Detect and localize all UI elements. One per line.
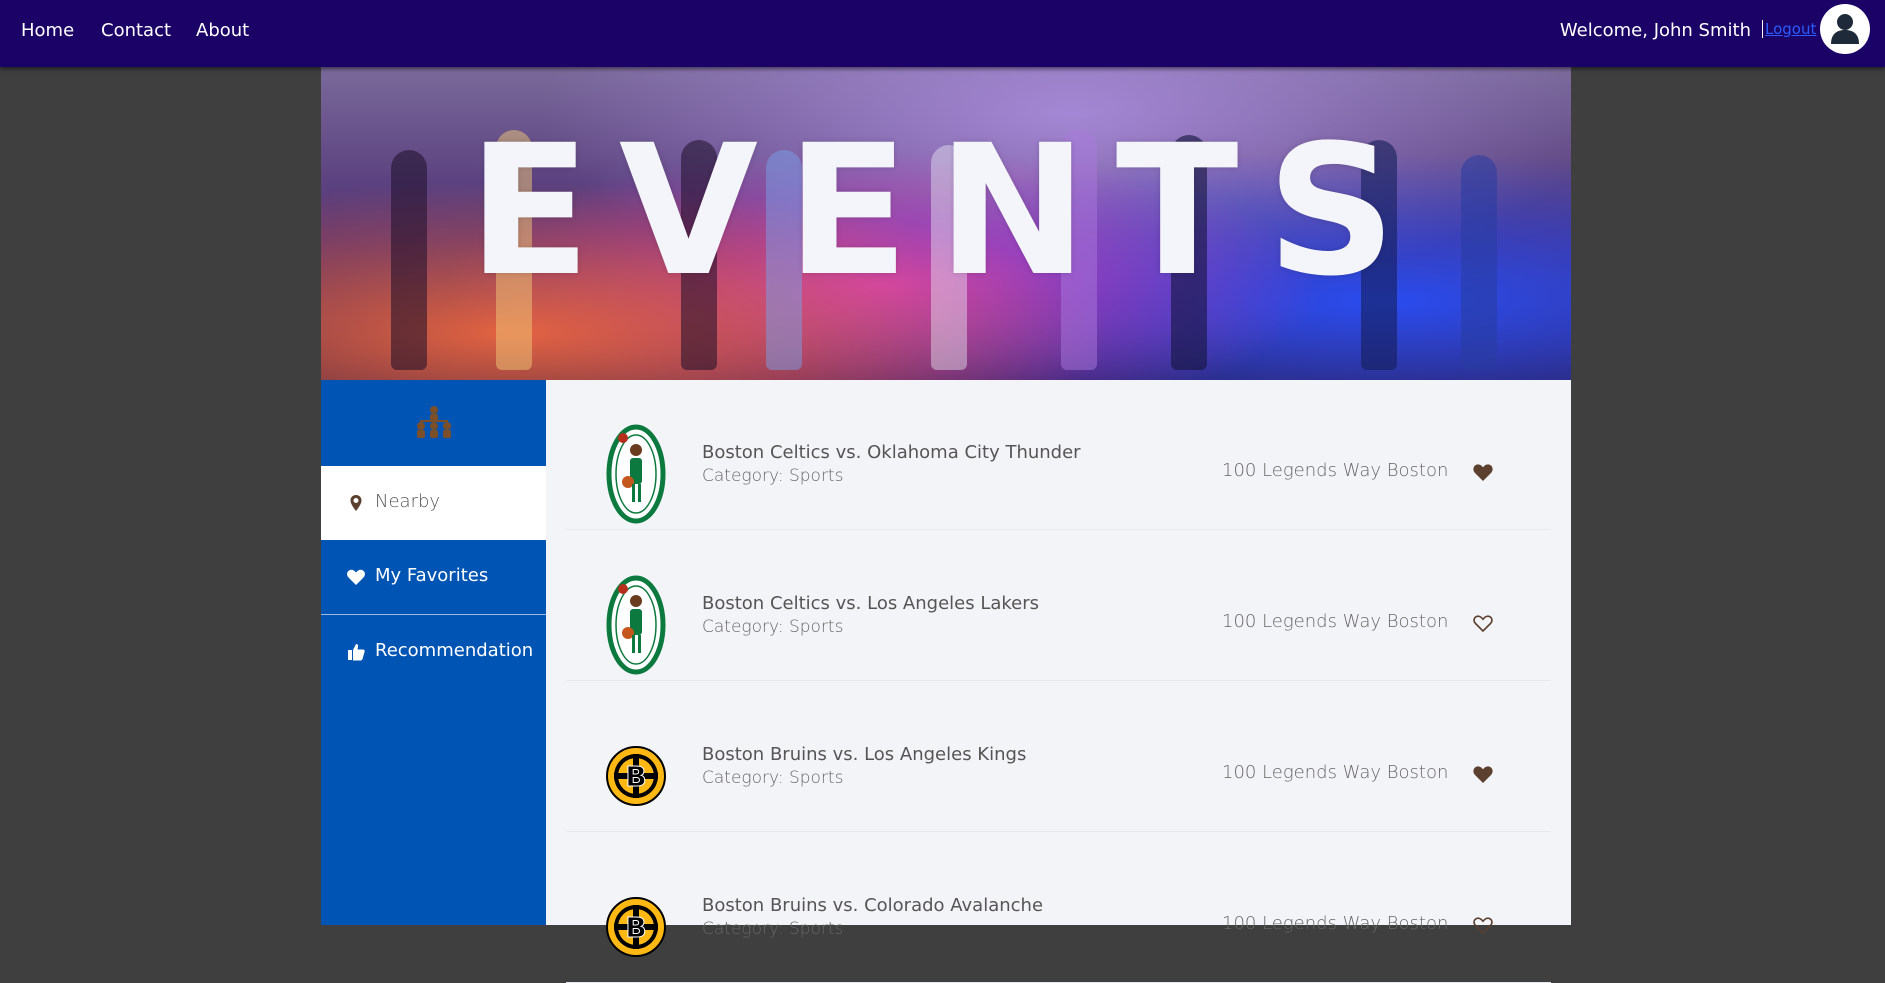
logout-link[interactable]: Logout [1762, 20, 1816, 38]
event-category: Category: Sports [702, 768, 844, 788]
user-icon [1831, 14, 1859, 44]
sidebar-item-my-favorites[interactable]: My Favorites [321, 540, 546, 614]
event-category: Category: Sports [702, 617, 844, 637]
nav-home-link[interactable]: Home [21, 20, 74, 41]
favorite-heart-outline-icon[interactable] [1472, 915, 1494, 935]
sidebar-item-recommendation[interactable]: Recommendation [321, 615, 546, 689]
sidebar-item-label: Recommendation [375, 640, 534, 661]
list-item[interactable]: Boston Celtics vs. Los Angeles Lakers Ca… [546, 531, 1571, 681]
event-address: 100 Legends Way Boston [1222, 460, 1449, 481]
organization-icon [417, 406, 451, 438]
avatar[interactable] [1820, 4, 1870, 54]
event-list: Boston Celtics vs. Oklahoma City Thunder… [546, 380, 1571, 983]
list-item[interactable]: Boston Celtics vs. Oklahoma City Thunder… [546, 380, 1571, 530]
svg-text:B: B [625, 911, 646, 944]
nav-about-link[interactable]: About [196, 20, 249, 41]
welcome-text: Welcome, John Smith [1559, 20, 1751, 41]
sidebar-item-label: Nearby [375, 491, 441, 512]
bruins-logo: B [606, 897, 666, 957]
event-address: 100 Legends Way Boston [1222, 913, 1449, 934]
event-title[interactable]: Boston Celtics vs. Los Angeles Lakers [702, 593, 1039, 614]
bruins-logo: B [606, 746, 666, 806]
heart-icon [347, 569, 365, 585]
nav-contact-link[interactable]: Contact [101, 20, 171, 41]
favorite-heart-filled-icon[interactable] [1472, 764, 1494, 784]
event-title[interactable]: Boston Celtics vs. Oklahoma City Thunder [702, 442, 1081, 463]
event-address: 100 Legends Way Boston [1222, 762, 1449, 783]
sidebar-item-nearby[interactable]: Nearby [321, 466, 546, 540]
celtics-logo [606, 424, 666, 524]
favorite-heart-filled-icon[interactable] [1472, 462, 1494, 482]
thumbs-up-icon [348, 644, 365, 661]
event-category: Category: Sports [702, 919, 844, 939]
event-title[interactable]: Boston Bruins vs. Los Angeles Kings [702, 744, 1026, 765]
list-item[interactable]: B Boston Bruins vs. Colorado Avalanche C… [546, 833, 1571, 983]
celtics-logo [606, 575, 666, 675]
event-address: 100 Legends Way Boston [1222, 611, 1449, 632]
svg-text:B: B [625, 760, 646, 793]
hero-title: EVENTS [467, 107, 1425, 316]
favorite-heart-outline-icon[interactable] [1472, 613, 1494, 633]
sidebar: Nearby My Favorites Recommendation [321, 380, 546, 925]
sidebar-logo [321, 380, 546, 466]
sidebar-item-label: My Favorites [375, 565, 489, 586]
hero-banner: EVENTS [321, 67, 1571, 380]
list-item[interactable]: B Boston Bruins vs. Los Angeles Kings Ca… [546, 682, 1571, 832]
top-navbar: Home Contact About Welcome, John Smith L… [0, 0, 1885, 67]
event-category: Category: Sports [702, 466, 844, 486]
event-title[interactable]: Boston Bruins vs. Colorado Avalanche [702, 895, 1043, 916]
map-pin-icon [350, 495, 362, 511]
main-page: EVENTS Nearby My Favorites Recommendatio… [321, 67, 1571, 983]
